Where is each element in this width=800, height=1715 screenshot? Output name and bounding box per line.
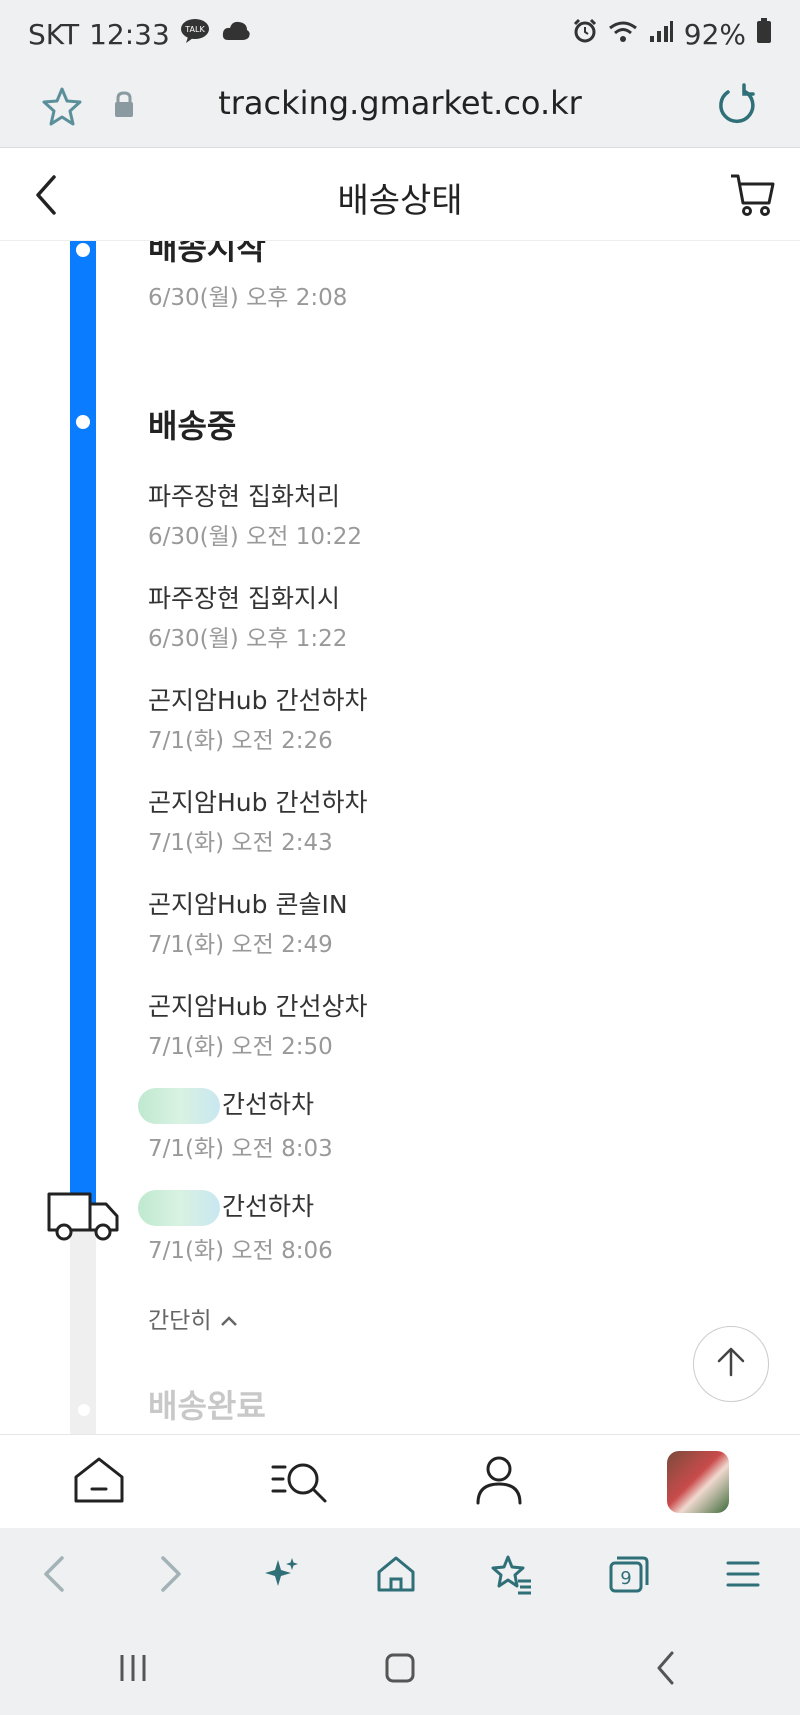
carrier: SKT — [28, 17, 80, 51]
svg-text:9: 9 — [620, 1568, 631, 1589]
cart-icon[interactable] — [728, 169, 778, 223]
chevron-up-icon — [219, 1308, 239, 1334]
browser-home-icon[interactable] — [375, 1553, 417, 1599]
delivery-timeline: 배송시작 6/30(월) 오후 2:08 배송중 파주장현 집화처리 6/30(… — [0, 241, 800, 1434]
timeline-dot — [76, 415, 90, 429]
clock: 12:33 — [89, 17, 170, 51]
page-header: 배송상태 — [0, 149, 800, 241]
system-nav-bar — [0, 1624, 800, 1715]
event-row-redacted: 간선하차 — [138, 1187, 315, 1226]
battery-label: 92% — [683, 17, 746, 51]
category-search-icon[interactable] — [269, 1455, 331, 1509]
event-time: 7/1(화) 오전 2:50 — [148, 1034, 333, 1060]
event-time: 7/1(화) 오전 2:49 — [148, 932, 333, 958]
browser-back-icon[interactable] — [36, 1552, 76, 1600]
delivery-truck-icon — [46, 1186, 122, 1250]
group-title-in-transit: 배송중 — [148, 407, 237, 445]
signal-icon — [648, 18, 674, 51]
home-button-icon[interactable] — [380, 1648, 420, 1692]
arrow-up-icon — [713, 1344, 749, 1384]
group-start-time: 6/30(월) 오후 2:08 — [148, 285, 348, 311]
status-bar: SKT 12:33 TALK 92% — [0, 0, 800, 68]
home-icon[interactable] — [72, 1455, 126, 1509]
battery-icon — [756, 17, 772, 51]
event-time: 7/1(화) 오전 2:43 — [148, 830, 333, 856]
event-name: 곤지암Hub 간선하차 — [148, 788, 368, 817]
menu-icon[interactable] — [723, 1554, 763, 1598]
app-bottom-nav — [0, 1434, 800, 1529]
event-time: 6/30(월) 오전 10:22 — [148, 524, 362, 550]
event-name: 파주장현 집화지시 — [148, 584, 340, 613]
event-name: 곤지암Hub 콘솔IN — [148, 890, 348, 919]
event-name: 간선하차 — [222, 1192, 315, 1221]
timeline-rail-active — [70, 241, 96, 1211]
scroll-top-button[interactable] — [693, 1326, 769, 1402]
event-name: 곤지암Hub 간선상차 — [148, 992, 368, 1021]
redacted-location — [138, 1088, 220, 1124]
my-account-icon[interactable] — [474, 1454, 524, 1510]
collapse-label: 간단히 — [148, 1308, 212, 1334]
tabs-icon[interactable]: 9 — [607, 1553, 651, 1599]
alarm-icon — [572, 18, 598, 51]
group-title-start: 배송시작 — [148, 241, 266, 267]
talk-icon: TALK — [180, 18, 210, 51]
redacted-location — [138, 1190, 220, 1226]
sparkle-ai-icon[interactable] — [262, 1554, 302, 1598]
group-title-delivered: 배송완료 — [148, 1387, 266, 1425]
event-time: 7/1(화) 오전 2:26 — [148, 728, 333, 754]
browser-forward-icon[interactable] — [149, 1552, 189, 1600]
recent-apps-icon[interactable] — [113, 1650, 153, 1690]
bookmarks-icon[interactable] — [490, 1553, 534, 1599]
event-time: 7/1(화) 오전 8:03 — [148, 1136, 333, 1162]
recent-product-thumbnail[interactable] — [666, 1451, 729, 1513]
reload-icon[interactable] — [714, 82, 760, 132]
timeline-dot — [76, 243, 90, 257]
event-name: 간선하차 — [222, 1090, 315, 1119]
browser-toolbar: 9 — [0, 1528, 800, 1624]
wifi-icon — [608, 18, 638, 51]
event-time: 6/30(월) 오후 1:22 — [148, 626, 348, 652]
page-title: 배송상태 — [337, 181, 463, 221]
cloud-icon — [220, 18, 252, 51]
system-back-icon[interactable] — [647, 1648, 687, 1692]
event-name: 파주장현 집화처리 — [148, 482, 340, 511]
browser-url-bar[interactable]: tracking.gmarket.co.kr — [0, 68, 800, 148]
event-row-redacted: 간선하차 — [138, 1085, 315, 1124]
collapse-toggle[interactable]: 간단히 — [148, 1301, 239, 1335]
event-time: 7/1(화) 오전 8:06 — [148, 1238, 333, 1264]
svg-text:TALK: TALK — [184, 25, 205, 34]
timeline-dot-pending — [74, 1400, 94, 1420]
url-text[interactable]: tracking.gmarket.co.kr — [0, 84, 800, 122]
event-name: 곤지암Hub 간선하차 — [148, 686, 368, 715]
